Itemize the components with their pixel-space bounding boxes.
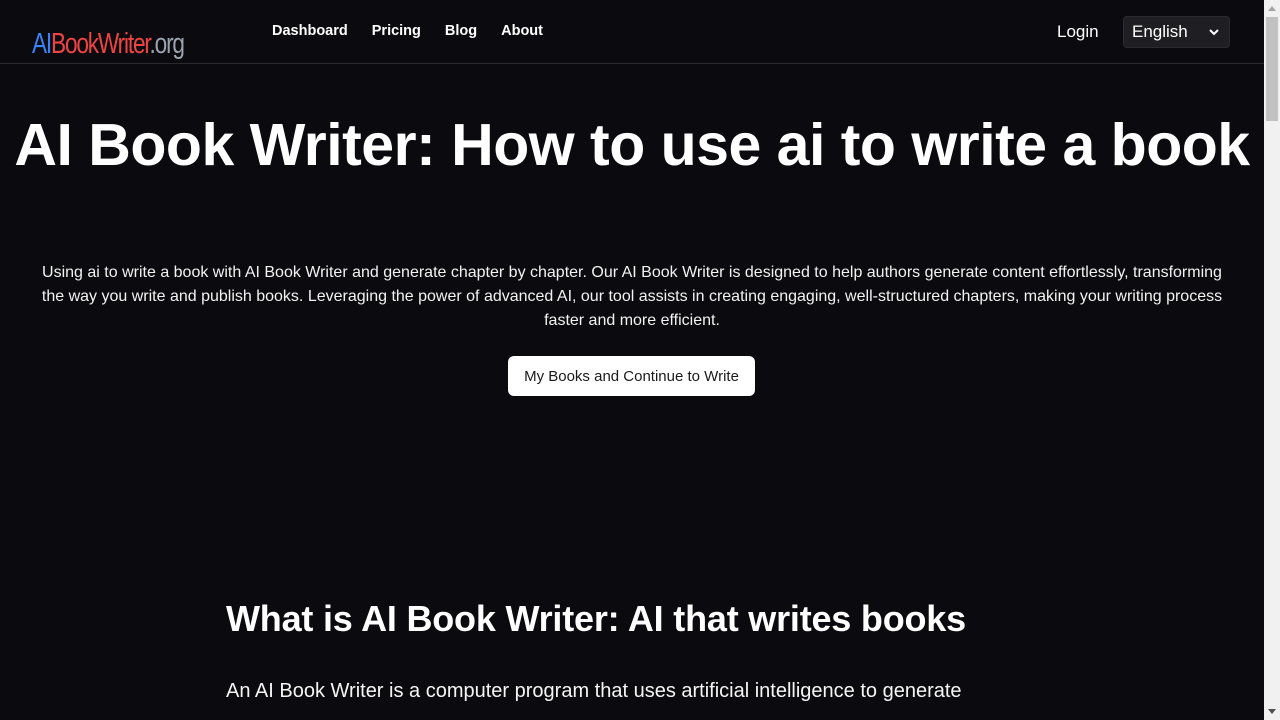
main-nav: Dashboard Pricing Blog About (272, 23, 543, 39)
nav-about-link[interactable]: About (501, 23, 543, 39)
nav-dashboard-link[interactable]: Dashboard (272, 23, 348, 39)
logo-book-writer-text: BookWriter (51, 28, 151, 60)
logo-ai-text: AI (32, 28, 52, 60)
section-body-text: An AI Book Writer is a computer program … (226, 680, 962, 702)
my-books-button[interactable]: My Books and Continue to Write (508, 356, 755, 396)
hero-description: Using ai to write a book with AI Book Wr… (41, 264, 1223, 329)
login-link[interactable]: Login (1057, 22, 1099, 42)
site-logo[interactable]: AIBookWriter.org (32, 28, 185, 60)
logo-org-text: .org (149, 28, 185, 60)
nav-blog-link[interactable]: Blog (445, 23, 477, 39)
scroll-down-arrow-icon[interactable] (1268, 709, 1276, 714)
scroll-thumb[interactable] (1266, 17, 1278, 121)
nav-pricing-link[interactable]: Pricing (372, 23, 421, 39)
language-selected-value: English (1132, 22, 1188, 41)
section-title: What is AI Book Writer: AI that writes b… (226, 598, 966, 639)
scroll-up-arrow-icon[interactable] (1268, 6, 1276, 11)
chevron-down-icon (1209, 29, 1219, 36)
hero-title: AI Book Writer: How to use ai to write a… (14, 112, 1250, 178)
language-select[interactable]: English (1123, 16, 1230, 48)
site-header: AIBookWriter.org Dashboard Pricing Blog … (0, 0, 1264, 64)
page-scrollbar[interactable] (1264, 0, 1280, 720)
